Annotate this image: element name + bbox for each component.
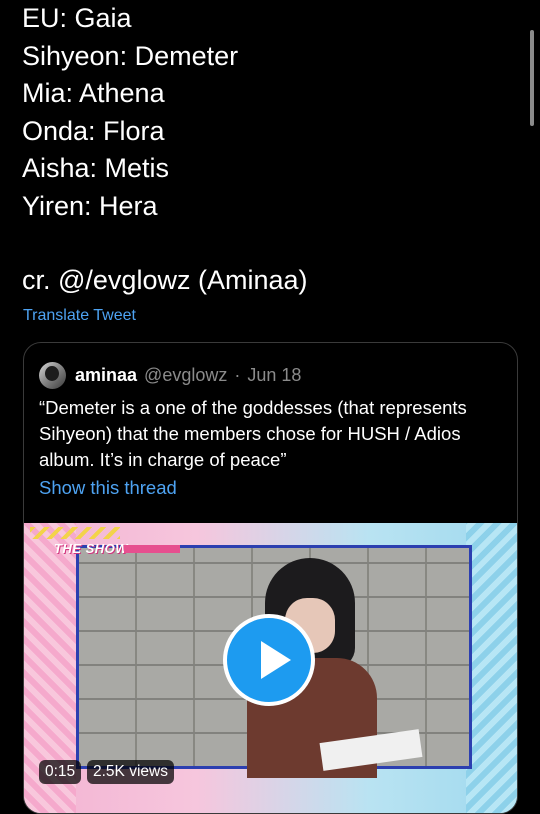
quoted-tweet-card[interactable]: aminaa @evglowz · Jun 18 “Demeter is a o… (23, 342, 518, 814)
tweet-credit: cr. @/evglowz (Aminaa) (22, 265, 308, 295)
show-logo: THE SHOW (54, 541, 129, 556)
video-player[interactable]: THE SHOW 0:15 2.5K views (24, 523, 517, 813)
tweet-line: Yiren: Hera (22, 190, 158, 221)
quoted-author-name[interactable]: aminaa (75, 365, 137, 386)
scrollbar-thumb[interactable] (530, 30, 534, 126)
zigzag-decoration (30, 527, 120, 539)
show-thread-link[interactable]: Show this thread (39, 477, 177, 499)
translate-tweet-link[interactable]: Translate Tweet (23, 307, 136, 325)
tweet-line: EU: Gaia (22, 3, 132, 33)
video-frame-decoration (466, 523, 517, 813)
quoted-author-handle[interactable]: @evglowz (144, 365, 227, 386)
tweet-line: Aisha: Metis (22, 153, 170, 183)
tweet-line: Sihyeon: Demeter (22, 40, 239, 71)
quoted-tweet-date[interactable]: Jun 18 (247, 365, 301, 386)
meta-separator: · (234, 364, 241, 385)
tweet-line: Mia: Athena (22, 78, 165, 108)
play-icon (261, 641, 291, 679)
quoted-tweet-text: “Demeter is a one of the goddesses (that… (39, 397, 467, 470)
show-tag-decoration (124, 545, 180, 553)
tweet-line: Onda: Flora (22, 115, 165, 146)
quoted-tweet-header: aminaa @evglowz · Jun 18 (39, 359, 301, 391)
tweet-text: EU: Gaia Sihyeon: Demeter Mia: Athena On… (22, 0, 512, 300)
video-duration: 0:15 (39, 760, 82, 784)
play-button[interactable] (223, 614, 315, 706)
video-view-count: 2.5K views (87, 760, 174, 784)
avatar[interactable] (39, 361, 66, 389)
